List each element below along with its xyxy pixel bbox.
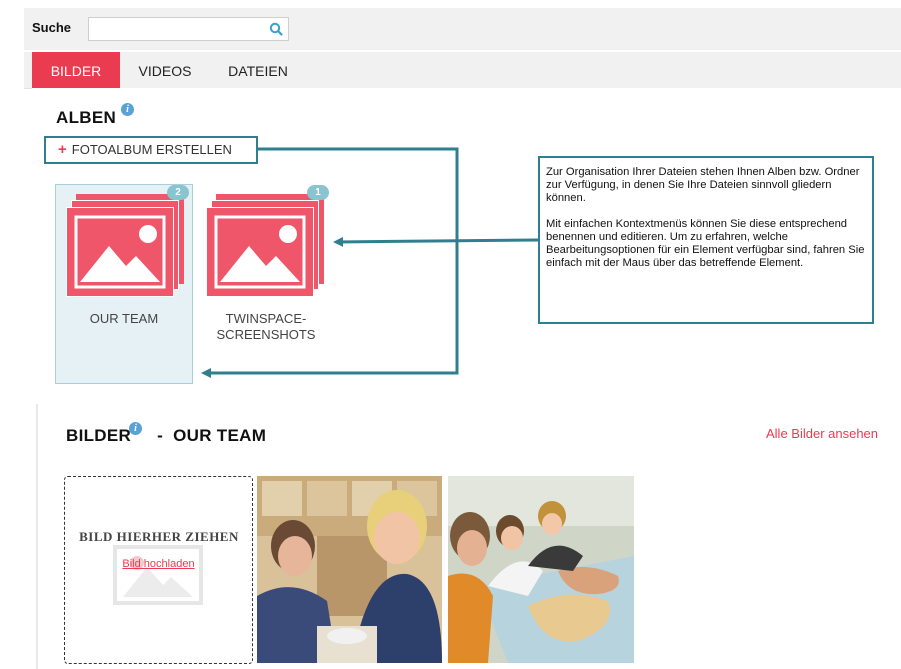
album-count-badge: 2 <box>167 185 189 200</box>
images-info-icon[interactable]: i <box>129 422 142 435</box>
upload-image-link[interactable]: Bild hochladen <box>64 558 253 570</box>
help-callout: Zur Organisation Ihrer Dateien stehen Ih… <box>538 156 874 324</box>
placeholder-image-icon <box>113 545 203 605</box>
album-image-icon <box>66 194 184 297</box>
team-photo-2[interactable] <box>448 476 634 663</box>
callout-paragraph-1: Zur Organisation Ihrer Dateien stehen Ih… <box>546 166 860 204</box>
section-divider <box>36 404 38 669</box>
album-count-badge: 1 <box>307 185 329 200</box>
callout-paragraph-2: Mit einfachen Kontextmenüs können Sie di… <box>546 218 865 269</box>
view-all-images-link[interactable]: Alle Bilder ansehen <box>766 426 878 441</box>
album-title-twinspace-screenshots[interactable]: TWINSPACE- SCREENSHOTS <box>196 311 336 343</box>
arrow-callout-to-albums <box>333 236 539 247</box>
team-photo-1[interactable] <box>257 476 442 663</box>
album-title-our-team[interactable]: OUR TEAM <box>55 311 193 327</box>
album-image-icon[interactable] <box>204 194 328 298</box>
drop-zone-text: BILD HIERHER ZIEHEN <box>79 529 239 544</box>
images-heading: BILDER - OUR TEAM <box>66 426 267 445</box>
